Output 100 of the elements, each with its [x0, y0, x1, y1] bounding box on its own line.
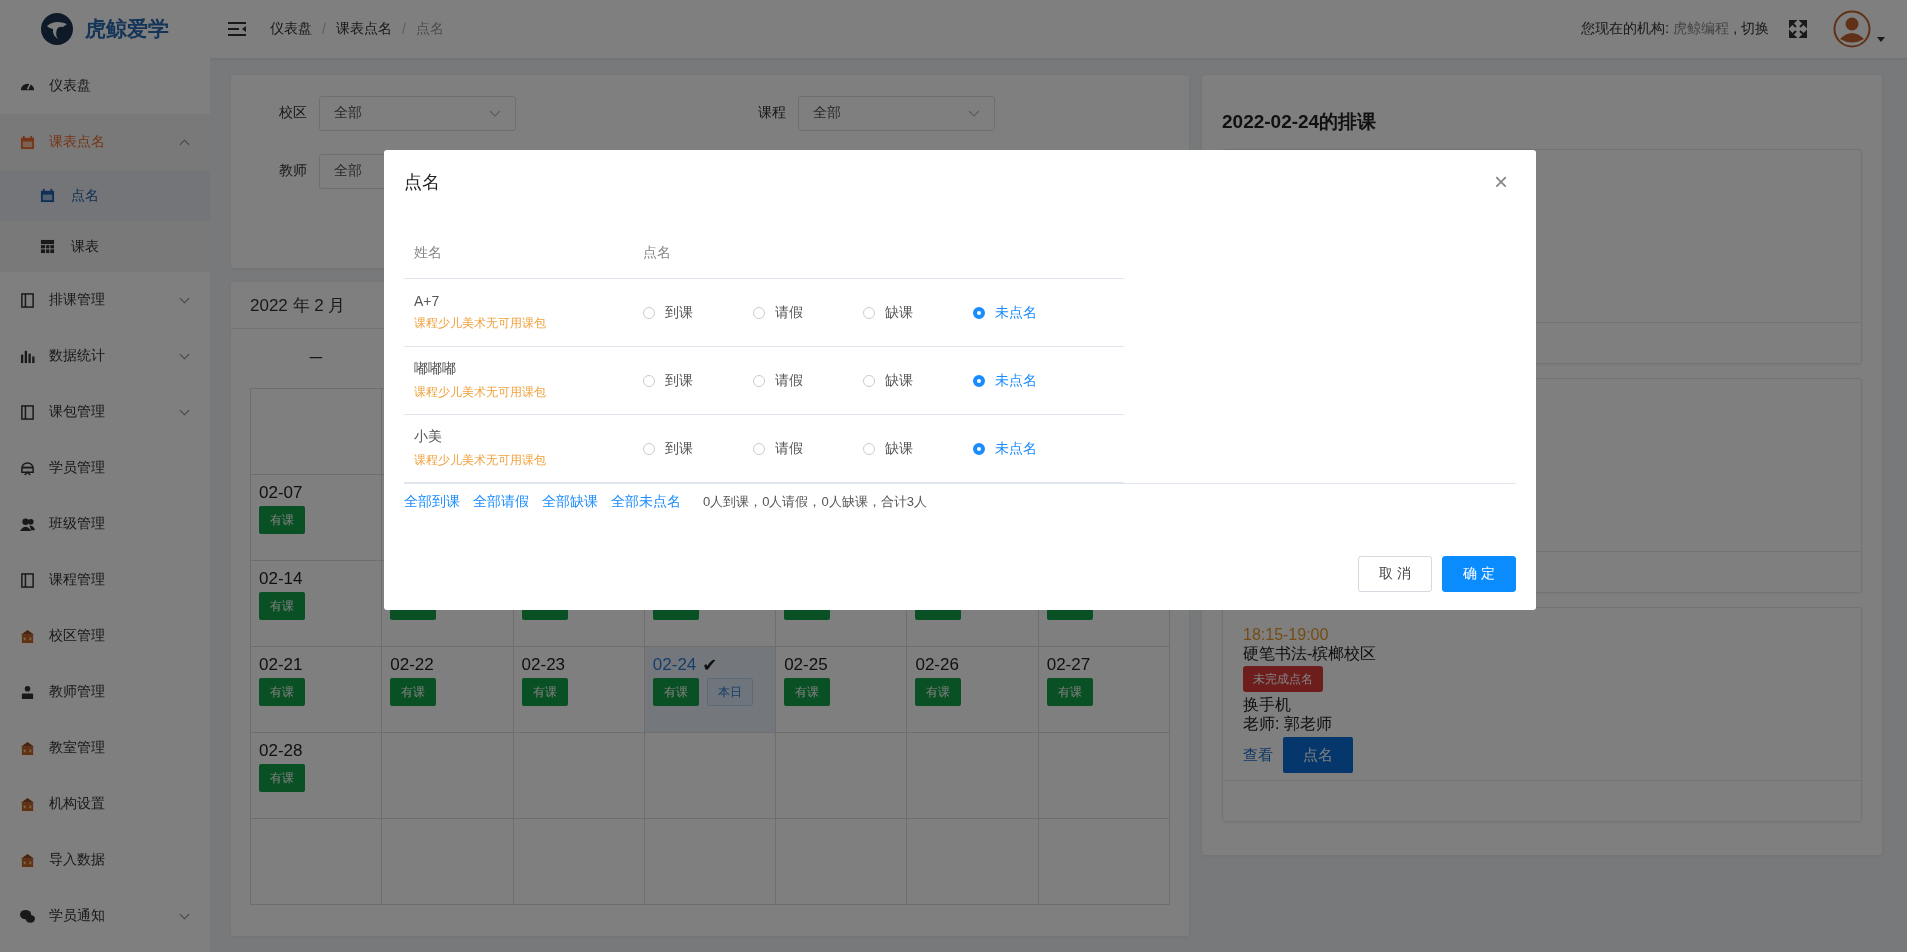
menu-icon[interactable] — [228, 22, 246, 36]
confirm-button[interactable]: 确 定 — [1442, 556, 1516, 592]
teacher-name: 老师: 郭老师 — [1243, 714, 1332, 733]
student-name: A+7 — [414, 293, 441, 309]
course-badge: 有课 — [259, 592, 305, 620]
sidebar-item[interactable]: 学员通知 — [0, 888, 210, 944]
sidebar-item[interactable]: 仪表盘 — [0, 58, 210, 114]
select-field[interactable]: 全部 — [798, 95, 995, 131]
bulk-link[interactable]: 全部到课 — [404, 493, 460, 511]
sidebar-item[interactable]: 班级管理 — [0, 496, 210, 552]
course-badge: 有课 — [915, 678, 962, 706]
calendar-cell[interactable]: 02-28 有课 — [251, 733, 383, 819]
attendance-radio[interactable]: 到课 — [643, 371, 753, 390]
column-header: 点名 — [643, 244, 671, 262]
chevron-down-icon — [179, 912, 190, 920]
sidebar-item[interactable]: 学员管理 — [0, 440, 210, 496]
chevron-down-icon — [179, 352, 190, 360]
chevron-down-icon — [179, 408, 190, 416]
date-label: 02-14 — [259, 569, 303, 589]
package-warning: 课程少儿美术无可用课包 — [414, 315, 547, 332]
attendance-radio[interactable]: 缺课 — [863, 439, 973, 458]
sidebar-item[interactable]: 排课管理 — [0, 272, 210, 328]
calendar-cell[interactable]: 02-27 有课 — [1038, 647, 1170, 733]
package-warning: 课程少儿美术无可用课包 — [414, 384, 547, 401]
bulk-link[interactable]: 全部未点名 — [611, 493, 681, 511]
attendance-radio[interactable]: 未点名 — [973, 303, 1083, 322]
column-header: 姓名 — [413, 244, 443, 262]
fullscreen-icon[interactable] — [1789, 20, 1807, 38]
date-label: 02-27 — [1046, 655, 1091, 675]
check-mark: ✔ — [702, 654, 718, 676]
calendar-icon — [20, 134, 35, 150]
sidebar-item[interactable]: 数据统计 — [0, 328, 210, 384]
attendance-radio[interactable]: 缺课 — [863, 303, 973, 322]
table-icon — [40, 239, 55, 254]
sidebar-item[interactable]: 课包管理 — [0, 384, 210, 440]
breadcrumb-item[interactable]: 课表点名 — [335, 20, 392, 38]
sidebar-item[interactable]: 导入数据 — [0, 832, 210, 888]
school-icon — [20, 628, 35, 644]
attendance-radio[interactable]: 请假 — [753, 371, 863, 390]
attendance-radio[interactable]: 请假 — [753, 303, 863, 322]
date-label: 02-22 — [390, 655, 434, 675]
attendance-radio[interactable]: 到课 — [643, 439, 753, 458]
course-badge: 有课 — [521, 678, 568, 706]
chevron-down-icon — [968, 109, 980, 117]
roll-call-button[interactable]: 点名 — [1283, 737, 1353, 773]
field-label: 教师 — [278, 162, 307, 180]
book-icon — [20, 404, 35, 420]
breadcrumb-separator: / — [401, 21, 406, 37]
breadcrumb-item[interactable]: 仪表盘 — [270, 20, 312, 38]
attendance-radio[interactable]: 到课 — [643, 303, 753, 322]
switch-link[interactable]: , 切换 — [1733, 20, 1769, 38]
sidebar-item[interactable]: 教师管理 — [0, 664, 210, 720]
attendance-radio[interactable]: 未点名 — [973, 371, 1083, 390]
calendar-cell[interactable]: 02-23 有课 — [513, 647, 645, 733]
sidebar-item[interactable]: 机构设置 — [0, 776, 210, 832]
course-badge: 有课 — [784, 678, 831, 706]
teacher-icon — [20, 684, 35, 700]
attendance-radio[interactable]: 未点名 — [973, 439, 1083, 458]
field-label: 课程 — [757, 104, 786, 122]
calendar-icon — [40, 188, 55, 203]
calendar-cell[interactable] — [251, 389, 383, 475]
calendar-cell[interactable]: 02-26 有课 — [907, 647, 1039, 733]
attendance-radio[interactable]: 请假 — [753, 439, 863, 458]
attendance-summary: 0人到课，0人请假，0人缺课，合计3人 — [703, 493, 927, 511]
school-icon — [20, 796, 35, 812]
calendar-cell[interactable]: 02-07 有课 — [251, 475, 383, 561]
calendar-cell[interactable]: 02-14 有课 — [251, 561, 383, 647]
calendar-cell[interactable]: 02-21 有课 — [251, 647, 383, 733]
brand-name: 虎鲸爱学 — [85, 16, 169, 42]
lesson-time: 18:15-19:00 — [1243, 626, 1329, 644]
sidebar-subitem[interactable]: 点名 — [0, 170, 210, 221]
chevron-up-icon — [179, 138, 190, 146]
avatar-icon[interactable] — [1833, 10, 1871, 48]
calendar-cell[interactable]: 02-22 有课 — [382, 647, 514, 733]
course-badge: 有课 — [1046, 678, 1093, 706]
bars-icon — [20, 348, 35, 364]
close-button[interactable]: × — [1486, 168, 1516, 196]
weekday-label: 一 — [307, 349, 324, 368]
caret-icon[interactable] — [1877, 36, 1885, 42]
course-badge: 有课 — [390, 678, 437, 706]
schedule-title: 2022-02-24的排课 — [1222, 110, 1378, 134]
attendance-radio[interactable]: 缺课 — [863, 371, 973, 390]
cancel-button[interactable]: 取 消 — [1358, 556, 1432, 592]
status-tag: 未完成点名 — [1243, 666, 1323, 692]
select-field[interactable]: 全部 — [319, 95, 516, 131]
calendar-title: 2022 年 2 月 — [250, 294, 346, 317]
organization-label: 您现在的机构: — [1581, 20, 1670, 38]
bulk-link[interactable]: 全部缺课 — [542, 493, 598, 511]
breadcrumb-separator: / — [322, 21, 326, 37]
sidebar-item[interactable]: 教室管理 — [0, 720, 210, 776]
view-link[interactable]: 查看 — [1243, 745, 1273, 765]
calendar-cell[interactable]: 02-25 有课 — [776, 647, 908, 733]
sidebar-item[interactable]: 课程管理 — [0, 552, 210, 608]
calendar-cell[interactable]: 02-24 ✔ 有课 本日 — [644, 647, 777, 733]
book-icon — [20, 292, 35, 308]
date-label: 02-21 — [259, 655, 303, 675]
sidebar-item[interactable]: 校区管理 — [0, 608, 210, 664]
chat-icon — [20, 908, 35, 924]
sidebar-subitem[interactable]: 课表 — [0, 221, 210, 272]
bulk-link[interactable]: 全部请假 — [473, 493, 529, 511]
